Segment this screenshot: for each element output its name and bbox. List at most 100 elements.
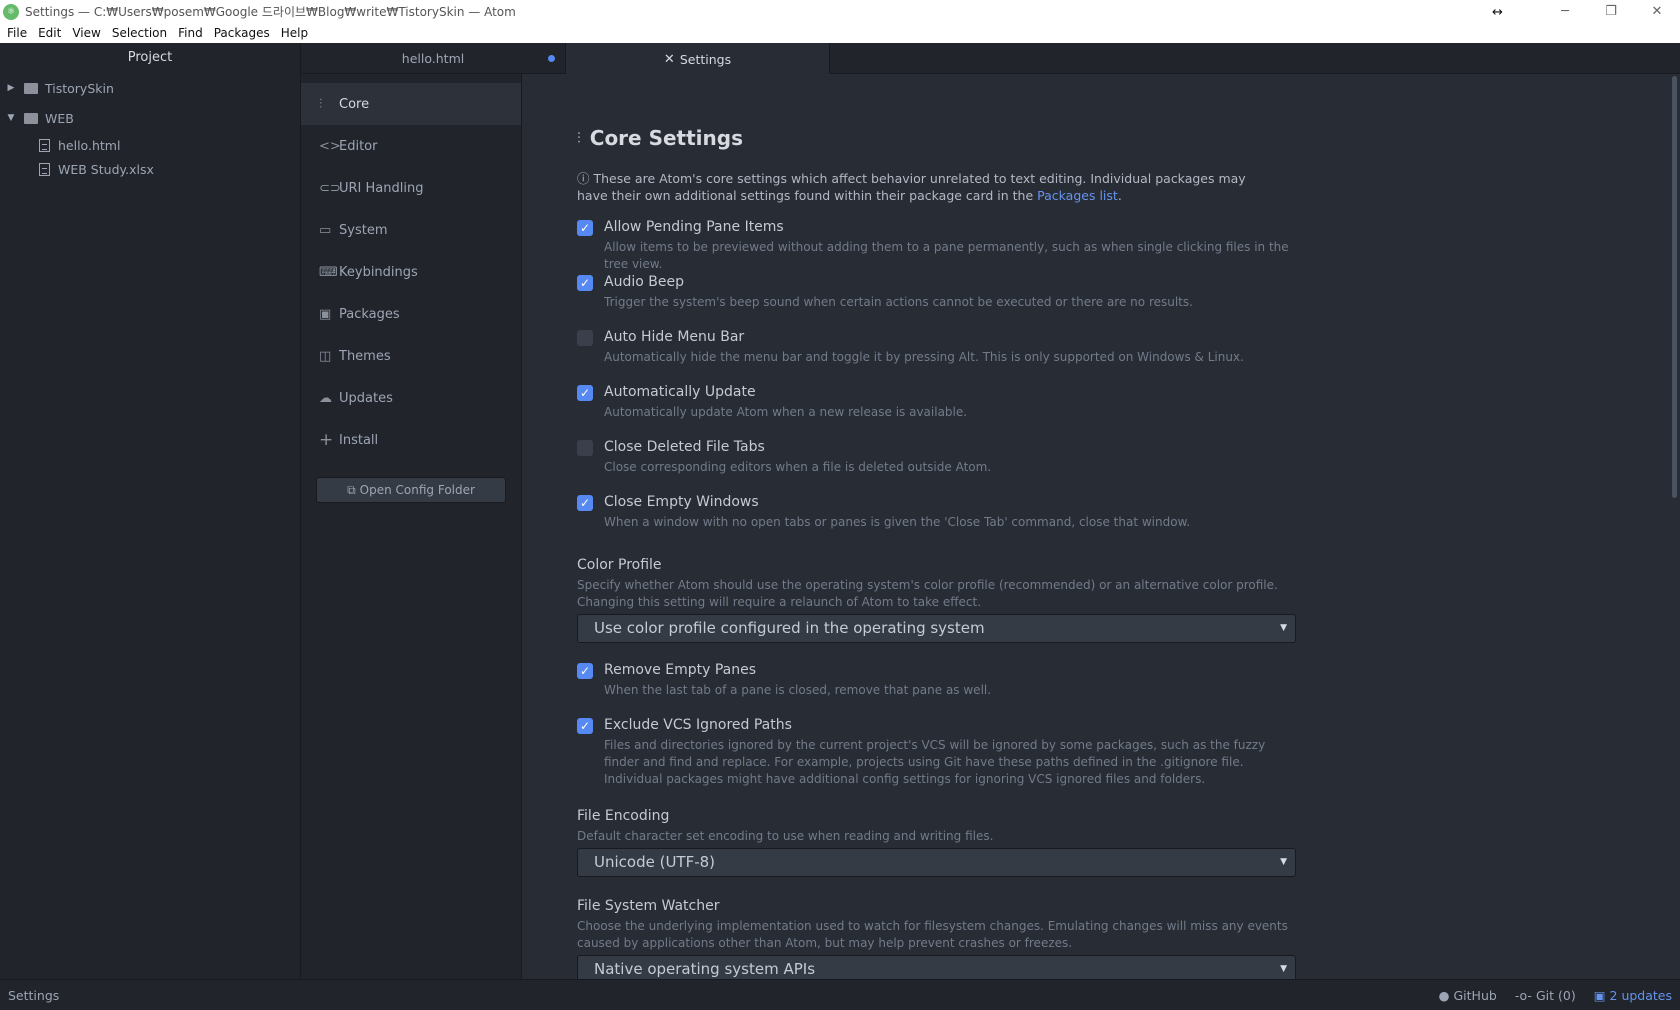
updates-label: 2 updates bbox=[1609, 987, 1672, 1003]
vertical-scrollbar[interactable] bbox=[1669, 74, 1680, 979]
atom-logo-icon: ⚛ bbox=[3, 3, 19, 20]
close-window-button[interactable]: ✕ bbox=[1634, 0, 1680, 23]
setting-title: Close Deleted File Tabs bbox=[604, 439, 765, 455]
info-icon: ⓘ bbox=[577, 171, 590, 186]
nav-system[interactable]: ▭ System bbox=[301, 209, 521, 251]
checkbox-close-empty[interactable]: ✓ bbox=[577, 495, 593, 511]
menu-edit[interactable]: Edit bbox=[32, 26, 66, 40]
package-icon: ▣ bbox=[1593, 987, 1606, 1003]
setting-title: Auto Hide Menu Bar bbox=[604, 329, 745, 345]
open-config-folder-button[interactable]: ⧉ Open Config Folder bbox=[316, 477, 506, 503]
paintcan-icon: ◫ bbox=[319, 348, 332, 364]
nav-themes[interactable]: ◫ Themes bbox=[301, 335, 521, 377]
tab-bar: hello.html ✕ Settings bbox=[301, 43, 1680, 75]
setting-title: Audio Beep bbox=[604, 274, 684, 290]
menu-file[interactable]: File bbox=[1, 26, 32, 40]
select-value: Use color profile configured in the oper… bbox=[594, 619, 985, 637]
nav-label: Install bbox=[339, 432, 379, 448]
updates-button[interactable]: ▣ 2 updates bbox=[1594, 988, 1672, 1003]
select-value: Unicode (UTF-8) bbox=[594, 853, 716, 871]
file-icon bbox=[39, 138, 50, 152]
menu-packages[interactable]: Packages bbox=[208, 26, 275, 40]
tab-hello-html[interactable]: hello.html bbox=[301, 43, 565, 74]
nav-packages[interactable]: ▣ Packages bbox=[301, 293, 521, 335]
resize-cursor-icon: ↔ bbox=[1492, 5, 1503, 20]
minimize-button[interactable]: ─ bbox=[1542, 0, 1588, 23]
git-commit-icon: -o- bbox=[1514, 987, 1532, 1003]
setting-title: File Encoding bbox=[577, 808, 670, 824]
menu-help[interactable]: Help bbox=[275, 26, 313, 40]
menu-selection[interactable]: Selection bbox=[106, 26, 172, 40]
color-profile-select[interactable]: Use color profile configured in the oper… bbox=[577, 614, 1296, 643]
file-label: WEB Study.xlsx bbox=[58, 161, 154, 177]
menu-view[interactable]: View bbox=[66, 26, 105, 40]
nav-uri-handling[interactable]: ⊂⊃ URI Handling bbox=[301, 167, 521, 209]
package-icon: ▣ bbox=[319, 306, 332, 322]
checkbox-exclude-vcs[interactable]: ✓ bbox=[577, 718, 593, 734]
setting-title: Close Empty Windows bbox=[604, 494, 759, 510]
setting-desc: Choose the underlying implementation use… bbox=[577, 919, 1288, 950]
nav-editor[interactable]: <> Editor bbox=[301, 125, 521, 167]
sliders-icon: ⫶ bbox=[577, 129, 581, 147]
keyboard-icon: ⌨ bbox=[319, 264, 338, 280]
folder-icon bbox=[24, 112, 38, 124]
nav-core[interactable]: ⫶ Core bbox=[301, 83, 521, 125]
setting-desc: When a window with no open tabs or panes… bbox=[604, 515, 1191, 529]
file-system-watcher-select[interactable]: Native operating system APIs ▼ bbox=[577, 955, 1296, 979]
setting-desc: Close corresponding editors when a file … bbox=[604, 460, 992, 474]
caret-down-icon: ▼ bbox=[1280, 857, 1287, 867]
checkbox-auto-update[interactable]: ✓ bbox=[577, 385, 593, 401]
section-title-text: Core Settings bbox=[589, 126, 743, 150]
folder-icon bbox=[24, 82, 38, 94]
setting-desc: Automatically update Atom when a new rel… bbox=[604, 405, 968, 419]
file-encoding-select[interactable]: Unicode (UTF-8) ▼ bbox=[577, 848, 1296, 877]
tab-settings[interactable]: ✕ Settings bbox=[565, 43, 830, 75]
file-icon bbox=[39, 162, 50, 176]
checkbox-allow-pending[interactable]: ✓ bbox=[577, 220, 593, 236]
external-link-icon: ⧉ bbox=[347, 482, 356, 497]
modified-indicator-icon bbox=[548, 55, 555, 62]
nav-label: Packages bbox=[339, 306, 400, 322]
core-settings-panel: ⫶ Core Settings ⓘ These are Atom's core … bbox=[522, 74, 1669, 979]
nav-label: Editor bbox=[339, 138, 378, 154]
checkbox-close-deleted[interactable] bbox=[577, 440, 593, 456]
tools-icon: ✕ bbox=[663, 51, 675, 67]
restore-button[interactable]: ❐ bbox=[1588, 0, 1634, 23]
tree-file-hello-html[interactable]: hello.html bbox=[0, 133, 300, 157]
intro-body: These are Atom's core settings which aff… bbox=[577, 171, 1246, 203]
settings-nav: ⫶ Core <> Editor ⊂⊃ URI Handling ▭ Syste… bbox=[301, 74, 522, 979]
setting-desc: Trigger the system's beep sound when cer… bbox=[604, 295, 1193, 309]
tree-folder-tistoryskin[interactable]: ▶ TistorySkin bbox=[0, 73, 300, 103]
scroll-thumb[interactable] bbox=[1672, 76, 1677, 498]
tree-file-web-study[interactable]: WEB Study.xlsx bbox=[0, 157, 300, 181]
nav-label: Updates bbox=[339, 390, 393, 406]
github-icon: ● bbox=[1438, 987, 1450, 1003]
packages-list-link[interactable]: Packages list bbox=[1037, 188, 1118, 203]
title-bar: ⚛ Settings — C:₩Users₩posem₩Google 드라이브₩… bbox=[0, 0, 1680, 23]
checkbox-audio-beep[interactable]: ✓ bbox=[577, 275, 593, 291]
checkbox-remove-empty-panes[interactable]: ✓ bbox=[577, 663, 593, 679]
caret-down-icon: ▼ bbox=[1280, 623, 1287, 633]
code-icon: <> bbox=[319, 138, 341, 154]
setting-title: Automatically Update bbox=[604, 384, 756, 400]
nav-label: Themes bbox=[339, 348, 391, 364]
nav-updates[interactable]: ☁ Updates bbox=[301, 377, 521, 419]
setting-title: Exclude VCS Ignored Paths bbox=[604, 717, 792, 733]
nav-install[interactable]: + Install bbox=[301, 419, 521, 461]
plus-icon: + bbox=[319, 430, 334, 450]
git-label: Git (0) bbox=[1535, 987, 1576, 1003]
github-label: GitHub bbox=[1453, 987, 1497, 1003]
git-button[interactable]: -o- Git (0) bbox=[1515, 988, 1576, 1003]
checkbox-auto-hide-menu[interactable] bbox=[577, 330, 593, 346]
menu-bar: File Edit View Selection Find Packages H… bbox=[0, 23, 1680, 43]
folder-label: TistorySkin bbox=[45, 80, 114, 96]
github-button[interactable]: ● GitHub bbox=[1439, 988, 1497, 1003]
menu-find[interactable]: Find bbox=[172, 26, 208, 40]
status-left-label[interactable]: Settings bbox=[0, 988, 59, 1003]
intro-text: ⓘ These are Atom's core settings which a… bbox=[577, 170, 1267, 204]
link-icon: ⊂⊃ bbox=[319, 180, 341, 196]
tree-folder-web[interactable]: ▼ WEB bbox=[0, 103, 300, 133]
setting-desc: Allow items to be previewed without addi… bbox=[604, 240, 1289, 271]
nav-keybindings[interactable]: ⌨ Keybindings bbox=[301, 251, 521, 293]
nav-label: System bbox=[339, 222, 388, 238]
